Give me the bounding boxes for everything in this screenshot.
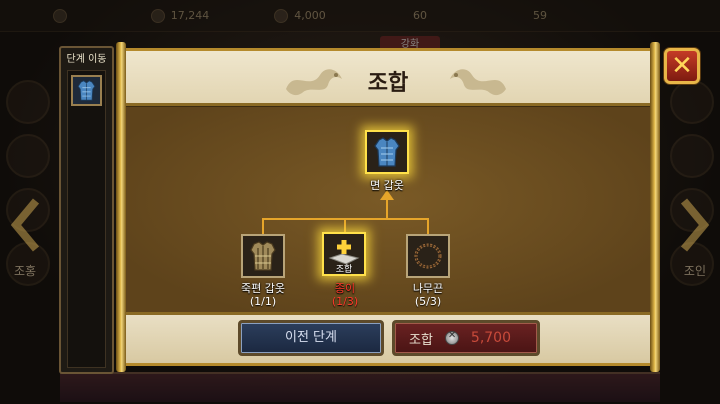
- ingredient-name: 종이: [334, 282, 356, 295]
- resource-slot: 17,244: [120, 0, 240, 32]
- bamboo-armor-icon: [250, 241, 276, 271]
- tree-connector: [262, 218, 264, 234]
- rope-icon: [414, 243, 442, 269]
- resource-slot: 59: [533, 9, 547, 22]
- step-navigation-panel: 단계 이동: [59, 46, 114, 374]
- x-icon: ✕: [671, 51, 693, 81]
- step-list: [67, 70, 106, 368]
- step-panel-title: 단계 이동: [66, 54, 107, 65]
- resource-slot: 4,000: [240, 0, 360, 32]
- chevron-left-icon: [6, 195, 46, 255]
- gold-icon: [150, 8, 165, 23]
- right-nav-label: 조인: [683, 264, 706, 278]
- chevron-right-icon: [674, 195, 714, 255]
- ingredient-name: 나무끈: [412, 282, 444, 295]
- dialog-header: 조합: [118, 48, 658, 106]
- silver-icon: [274, 8, 289, 23]
- resource-bar: 17,244 4,000 60 59: [0, 0, 720, 32]
- ingredient-item[interactable]: [406, 234, 450, 278]
- scroll-rod-left: [116, 42, 126, 372]
- resource-icon: [53, 8, 67, 23]
- combine-dialog: 조합: [116, 42, 660, 372]
- close-button[interactable]: ✕: [664, 48, 700, 84]
- result-item[interactable]: [365, 130, 409, 174]
- previous-step-button[interactable]: 이전 단계: [238, 320, 384, 356]
- ingredient-item-combinable[interactable]: 조합: [322, 232, 366, 276]
- blue-armor-icon: [77, 80, 96, 101]
- result-item-name: 면 갑옷: [370, 179, 404, 192]
- dialog-title: 조합: [367, 71, 409, 96]
- ingredient-count: (1/3): [331, 295, 359, 308]
- combine-badge: 조합: [335, 265, 353, 275]
- tree-connector: [344, 218, 346, 232]
- ingredient-count: (1/1): [249, 295, 277, 308]
- bottom-background-strip: [60, 372, 660, 402]
- silver-coin-icon: [444, 330, 459, 345]
- ingredient-count: (5/3): [414, 295, 442, 308]
- blue-armor-icon: [374, 137, 400, 167]
- combine-cost: 5,700: [470, 330, 512, 346]
- left-nav-label: 조홍: [14, 264, 37, 278]
- step-item-blue-armor[interactable]: [71, 75, 102, 106]
- resource-slot: [0, 0, 120, 32]
- combine-button-label: 조합: [409, 332, 433, 348]
- ingredient-name: 죽편 갑옷: [241, 282, 285, 295]
- tree-connector: [427, 218, 429, 234]
- scroll-rod-right: [650, 42, 660, 372]
- dialog-footer: [118, 312, 658, 366]
- ingredient-item[interactable]: [241, 234, 285, 278]
- resource-slot: 60: [413, 9, 427, 22]
- combine-button[interactable]: 조합 5,700: [392, 320, 540, 356]
